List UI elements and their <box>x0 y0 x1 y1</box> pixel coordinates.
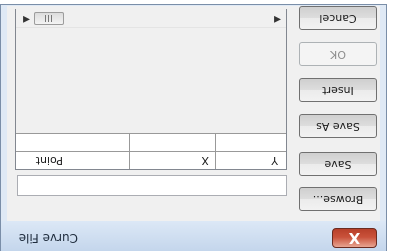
header-cell-blank <box>129 133 215 151</box>
thumb-grip <box>51 15 52 22</box>
insert-button[interactable]: Insert <box>299 78 377 102</box>
title-bar: Curve File X <box>1 221 386 251</box>
scroll-right-arrow-icon[interactable]: ◀ <box>274 14 281 24</box>
dialog-rotated-view: Curve File X Browse... Save Save As Inse… <box>0 0 393 251</box>
save-as-button[interactable]: Save As <box>299 114 377 138</box>
table-header: Y X Point <box>16 133 286 169</box>
browse-button[interactable]: Browse... <box>299 187 377 211</box>
column-header-point-label: Point <box>35 154 63 167</box>
close-button[interactable]: X <box>332 228 377 248</box>
curve-points-table[interactable]: Y X Point ◀ ◀ <box>15 9 287 170</box>
column-header-y[interactable]: Y <box>215 151 286 169</box>
column-header-x[interactable]: X <box>129 151 215 169</box>
save-button[interactable]: Save <box>299 152 377 176</box>
header-cell-blank <box>215 133 286 151</box>
column-header-y-label: Y <box>271 154 278 167</box>
ok-button[interactable]: OK <box>299 42 377 66</box>
horizontal-scrollbar[interactable]: ◀ ◀ <box>16 9 286 28</box>
thumb-grip <box>45 15 46 22</box>
thumb-grip <box>48 15 49 22</box>
window-title: Curve File <box>18 231 78 245</box>
column-header-point[interactable]: Point <box>16 151 129 169</box>
column-header-x-label: X <box>201 154 209 167</box>
scroll-left-arrow-icon[interactable]: ◀ <box>23 14 30 24</box>
screenshot-viewport: Curve File X Browse... Save Save As Inse… <box>0 0 393 251</box>
file-path-field[interactable] <box>17 175 287 196</box>
dialog-client-area: Browse... Save Save As Insert OK Cancel … <box>7 6 380 221</box>
scrollbar-thumb[interactable] <box>34 12 64 25</box>
cancel-button[interactable]: Cancel <box>299 6 377 30</box>
close-icon: X <box>348 229 361 247</box>
header-cell-blank <box>16 133 129 151</box>
